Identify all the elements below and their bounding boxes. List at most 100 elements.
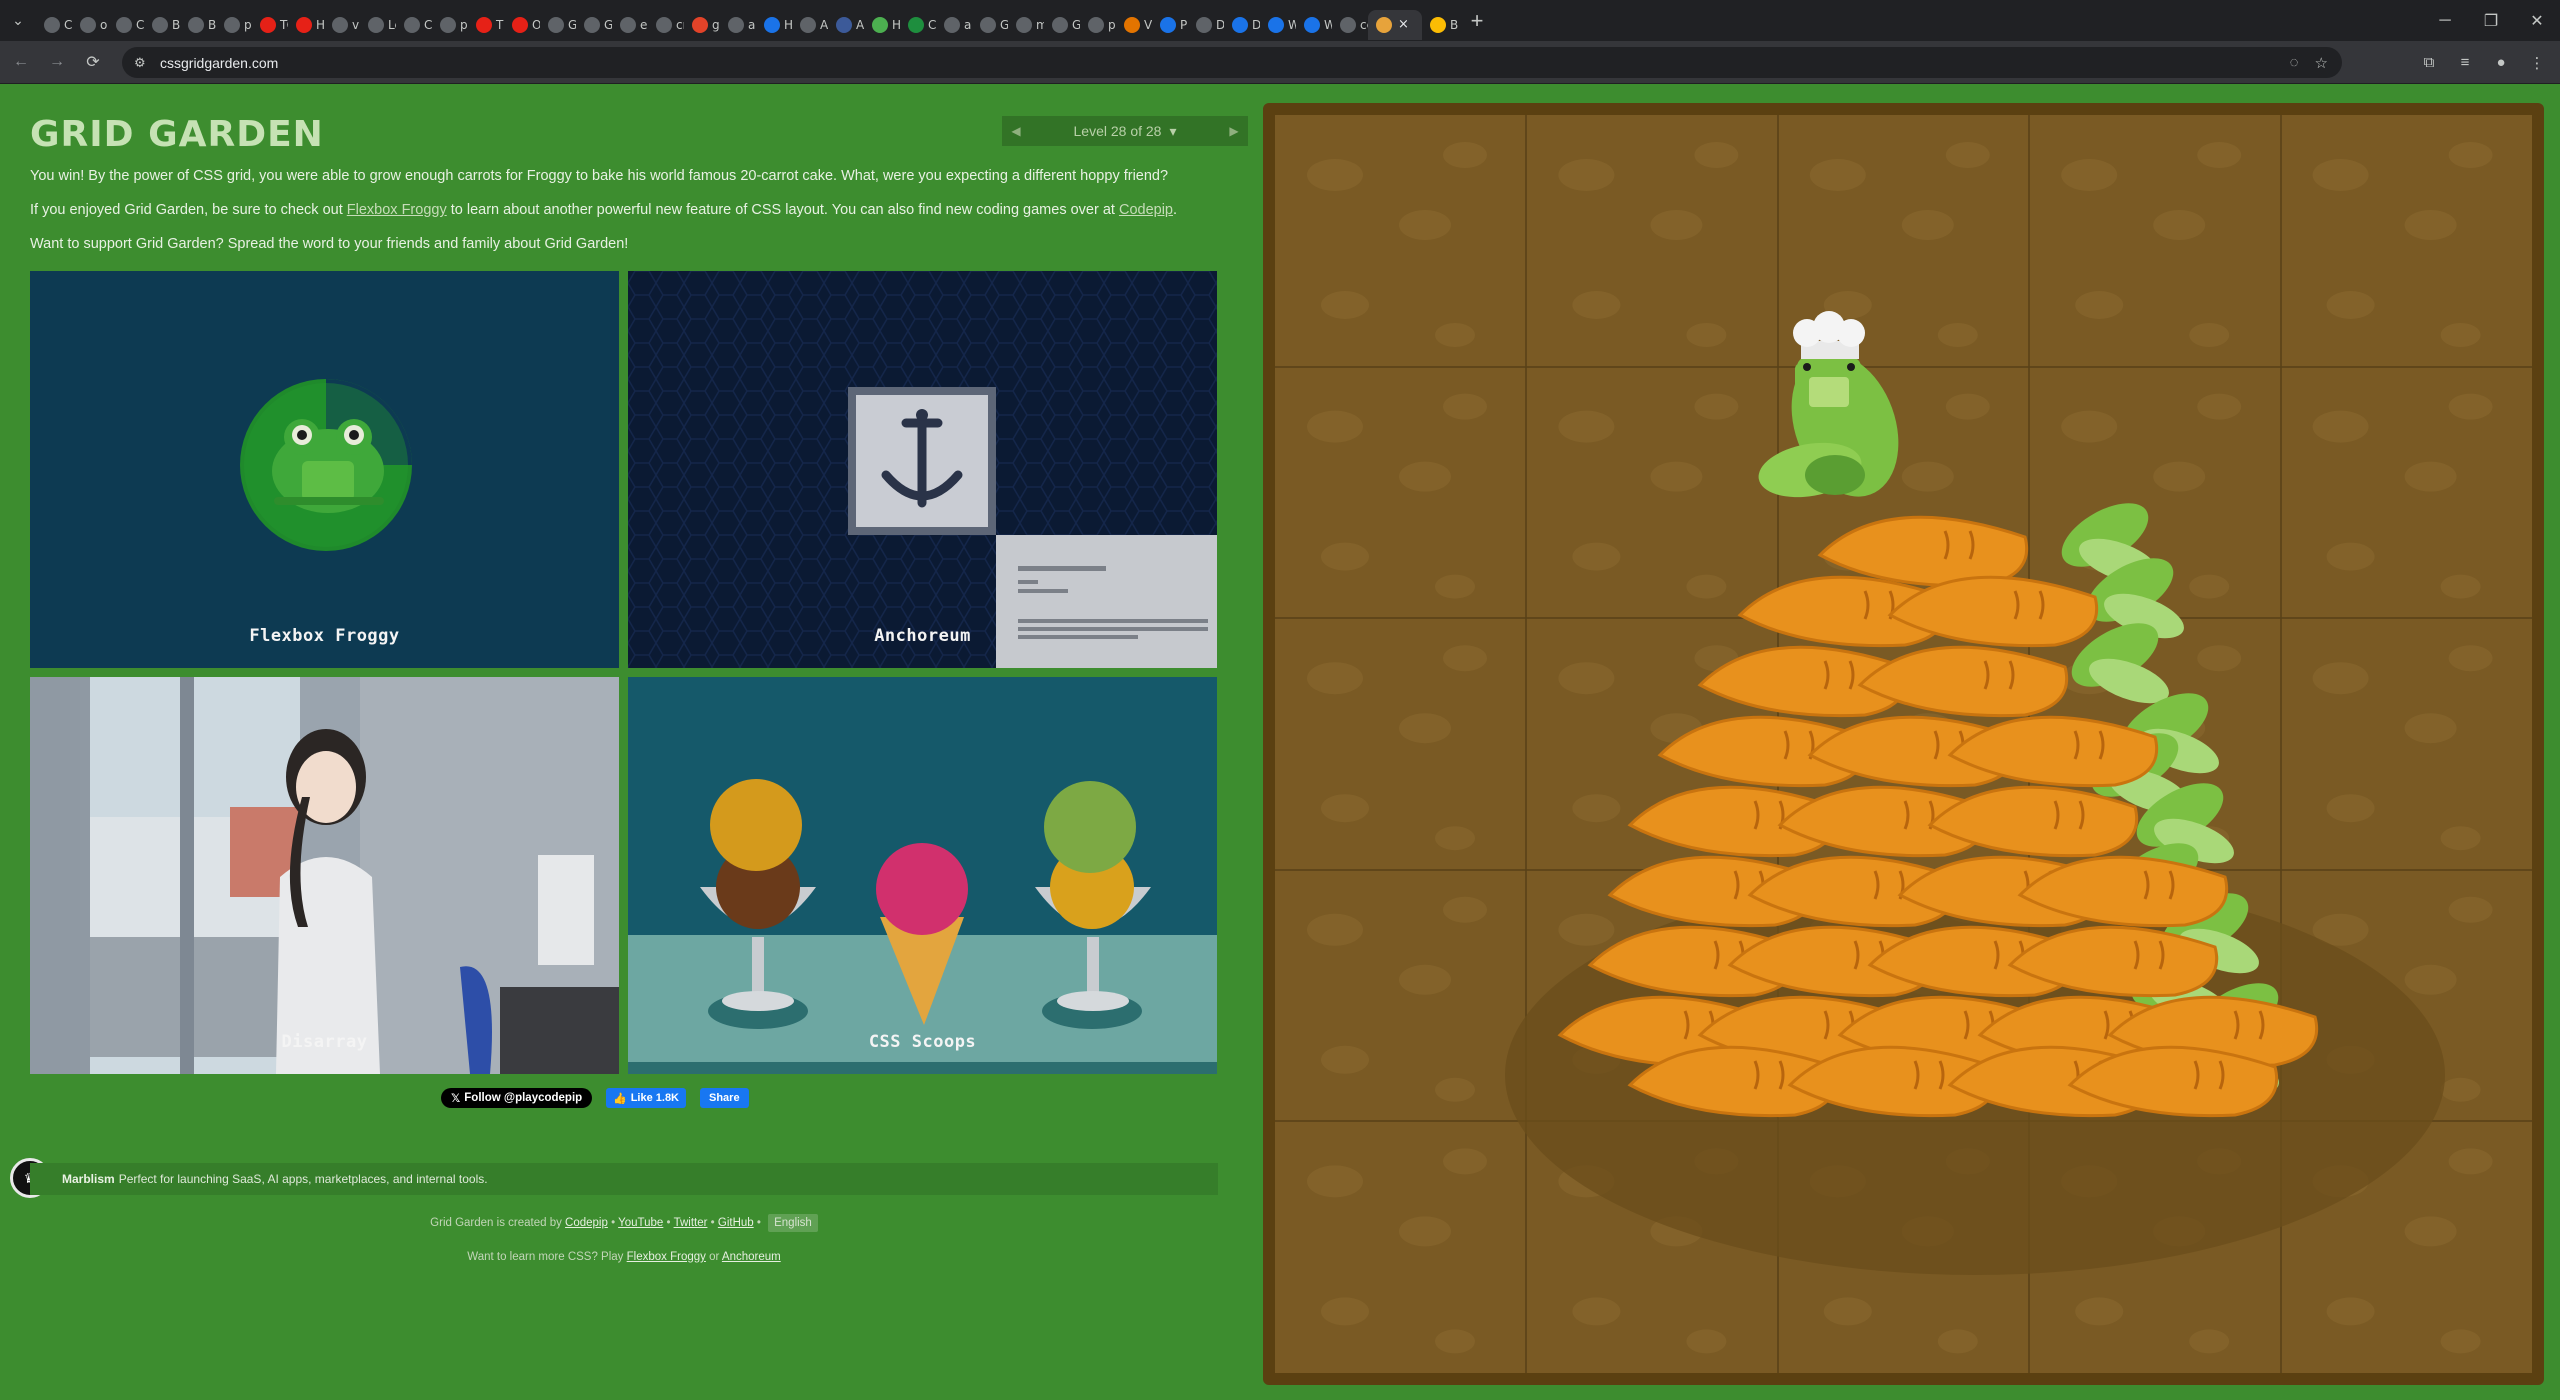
twitter-follow-button[interactable]: 𝕏 Follow @playcodepip — [441, 1088, 593, 1108]
tab-search-button[interactable]: ⌄ — [0, 0, 36, 41]
disarray-card[interactable]: Disarray — [30, 677, 619, 1074]
browser-tab[interactable]: Bc — [1422, 10, 1458, 40]
tab-title: Gc — [568, 17, 576, 32]
browser-tab[interactable]: Gi — [972, 10, 1008, 40]
browser-tab[interactable]: gi — [684, 10, 720, 40]
tab-title: au — [964, 17, 972, 32]
github-link[interactable]: GitHub — [718, 1217, 754, 1229]
ad-banner[interactable]: Marblism Perfect for launching SaaS, AI … — [30, 1163, 1218, 1195]
anchoreum-footer-link[interactable]: Anchoreum — [722, 1251, 781, 1263]
browser-tab[interactable]: pr — [1080, 10, 1116, 40]
minimize-button[interactable]: ─ — [2422, 0, 2468, 41]
browser-tab[interactable]: au — [936, 10, 972, 40]
twitter-link[interactable]: Twitter — [674, 1217, 708, 1229]
browser-tab[interactable]: Th — [468, 10, 504, 40]
bookmark-star-icon[interactable]: ☆ — [2315, 54, 2328, 72]
browser-tab[interactable]: H — [864, 10, 900, 40]
mountain-icon — [1304, 16, 1320, 33]
browser-tab[interactable]: C — [396, 10, 432, 40]
browser-tab[interactable]: au — [720, 10, 756, 40]
media-icon[interactable]: ≡ — [2450, 48, 2480, 78]
browser-tab[interactable]: cc — [1332, 10, 1368, 40]
browser-tab[interactable]: W — [1296, 10, 1332, 40]
browser-tab[interactable]: H — [756, 10, 792, 40]
google-icon — [116, 16, 132, 33]
tab-title: D — [1216, 17, 1224, 32]
tab-strip: ⌄ Cor Cl Ba Ba pt TC Ha vn Le Cpc Th O! Gc Gi er cn gi au… — [0, 0, 2560, 41]
eye-off-icon[interactable]: ◌ — [2290, 54, 2299, 71]
browser-tab[interactable]: D — [1224, 10, 1260, 40]
browser-tab[interactable]: VI — [1116, 10, 1152, 40]
profile-icon[interactable]: ● — [2486, 48, 2516, 78]
next-level-button[interactable]: ▶ — [1220, 116, 1248, 146]
facebook-like-button[interactable]: 👍 Like 1.8K — [606, 1088, 687, 1108]
browser-tab[interactable]: er — [612, 10, 648, 40]
level-indicator[interactable]: Level 28 of 28 ▾ — [1074, 123, 1177, 140]
tab-title: Gi — [1000, 17, 1008, 32]
restore-button[interactable]: ❐ — [2468, 0, 2514, 41]
close-tab-icon[interactable]: × — [1398, 17, 1409, 32]
flexbox-froggy-link[interactable]: Flexbox Froggy — [347, 202, 447, 218]
browser-tab[interactable]: or — [72, 10, 108, 40]
browser-tab[interactable]: Le — [360, 10, 396, 40]
browser-tab[interactable]: cn — [648, 10, 684, 40]
tab-title: cc — [1360, 17, 1368, 32]
codepip-link[interactable]: Codepip — [1119, 202, 1173, 218]
browser-tab[interactable]: vn — [324, 10, 360, 40]
menu-icon[interactable]: ⋮ — [2522, 48, 2552, 78]
browser-tab[interactable]: m — [1008, 10, 1044, 40]
browser-tab[interactable]: Gi — [1044, 10, 1080, 40]
back-button[interactable]: ← — [6, 47, 36, 77]
browser-tab[interactable]: TC — [252, 10, 288, 40]
google-icon — [1088, 16, 1104, 33]
browser-tab[interactable]: D — [1188, 10, 1224, 40]
browser-tab[interactable]: Gi — [576, 10, 612, 40]
tab-title: pc — [460, 17, 468, 32]
site-info-icon[interactable]: ⚙ — [134, 55, 154, 71]
google-icon — [404, 16, 420, 33]
tab-title: H — [892, 17, 900, 32]
level-text: Level 28 of 28 — [1073, 123, 1162, 139]
youtube-link[interactable]: YouTube — [618, 1217, 663, 1229]
browser-tab[interactable]: O! — [504, 10, 540, 40]
extensions-icon[interactable]: ⧉ — [2414, 48, 2444, 78]
browser-tab[interactable]: Au — [792, 10, 828, 40]
browser-tab[interactable]: W — [1260, 10, 1296, 40]
browser-tab[interactable]: C — [36, 10, 72, 40]
card-label: Flexbox Froggy — [249, 626, 400, 646]
enjoy-middle: to learn about another powerful new feat… — [446, 202, 1119, 218]
facebook-share-button[interactable]: Share — [700, 1088, 749, 1108]
browser-tab-active[interactable]: × — [1368, 9, 1422, 40]
browser-tab[interactable]: Ba — [180, 10, 216, 40]
prev-level-button[interactable]: ◀ — [1002, 116, 1030, 146]
browser-tab[interactable]: pc — [432, 10, 468, 40]
css-scoops-card[interactable]: CSS Scoops — [628, 677, 1217, 1074]
language-select[interactable]: English — [768, 1214, 818, 1232]
grid-garden-icon — [1376, 16, 1392, 33]
x-icon: 𝕏 — [451, 1093, 461, 1105]
anchoreum-card[interactable]: Anchoreum — [628, 271, 1217, 668]
tab-title: Au — [856, 17, 864, 32]
new-tab-button[interactable]: + — [1462, 6, 1492, 36]
garden-illustration — [1275, 115, 2532, 1373]
reload-button[interactable]: ⟳ — [78, 47, 108, 77]
close-window-button[interactable]: ✕ — [2514, 0, 2560, 41]
flexbox-froggy-footer-link[interactable]: Flexbox Froggy — [627, 1251, 706, 1263]
tab-title: Le — [388, 17, 396, 32]
address-bar[interactable]: ⚙ cssgridgarden.com ◌ ☆ — [122, 47, 2342, 78]
github-icon — [620, 16, 636, 33]
carrot — [1817, 515, 2029, 588]
browser-tab[interactable]: PF — [1152, 10, 1188, 40]
browser-tab[interactable]: Ha — [288, 10, 324, 40]
browser-tab[interactable]: Cl — [108, 10, 144, 40]
tab-title: or — [100, 17, 108, 32]
browser-tab[interactable]: Au — [828, 10, 864, 40]
browser-tab[interactable]: Cc — [900, 10, 936, 40]
browser-tab[interactable]: Gc — [540, 10, 576, 40]
page: GRID GARDEN ◀ Level 28 of 28 ▾ ▶ You win… — [0, 84, 2560, 1400]
codepip-footer-link[interactable]: Codepip — [565, 1217, 608, 1229]
flexbox-froggy-card[interactable]: Flexbox Froggy — [30, 271, 619, 668]
forward-button[interactable]: → — [42, 47, 72, 77]
browser-tab[interactable]: Ba — [144, 10, 180, 40]
browser-tab[interactable]: pt — [216, 10, 252, 40]
